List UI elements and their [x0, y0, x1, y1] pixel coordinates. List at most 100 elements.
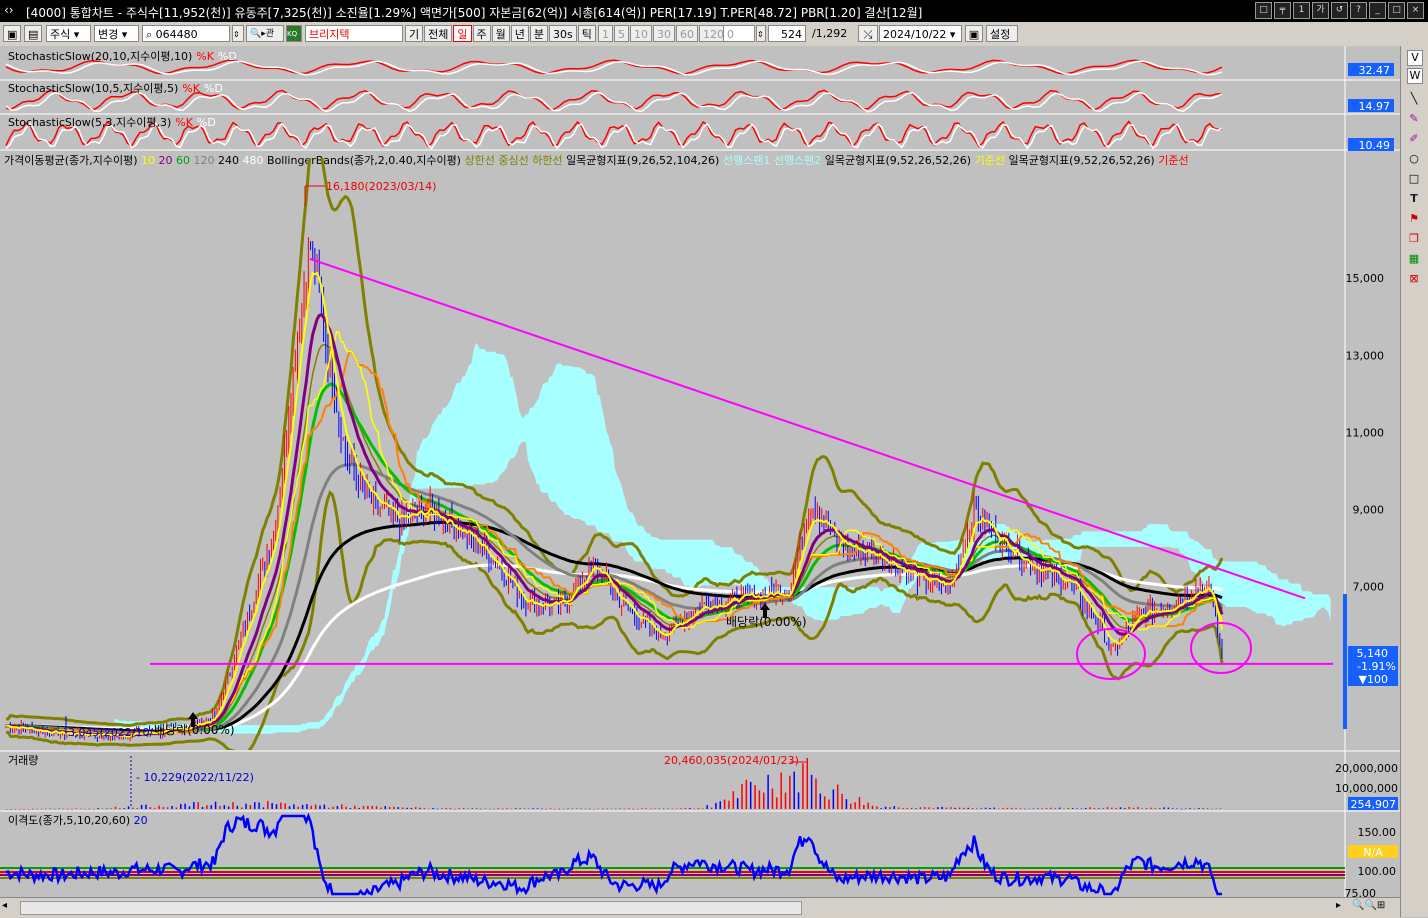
rect-tool-icon[interactable]: □ [1407, 172, 1421, 186]
interval-button-1[interactable]: 5 [614, 25, 629, 42]
period-tab-3[interactable]: 주 [472, 25, 491, 42]
interval-button-0[interactable]: 1 [598, 25, 613, 42]
volume-bar [1202, 808, 1204, 809]
zoom-tools-icon[interactable]: 🔍🔍⊞ [1352, 900, 1398, 914]
volume-bar [110, 808, 112, 809]
volume-bar [897, 807, 900, 809]
volume-bar [393, 806, 395, 809]
copy-tool-icon[interactable]: ❐ [1407, 232, 1421, 246]
ga-icon[interactable]: 가 [1312, 2, 1329, 19]
volume-bar [240, 807, 243, 809]
code-spin[interactable]: ⇕ [232, 25, 244, 42]
period-tab-7[interactable]: 30s [549, 25, 577, 42]
picture-tool-icon[interactable]: ▦ [1407, 252, 1421, 266]
interval-input[interactable]: 0 [723, 25, 755, 42]
volume-bar [1150, 807, 1152, 809]
volume-bar [876, 806, 878, 809]
volume-bar [584, 808, 587, 810]
volume-bar [745, 779, 748, 809]
period-tab-1[interactable]: 전체 [424, 25, 453, 42]
interval-button-3[interactable]: 30 [653, 25, 675, 42]
period-tab-4[interactable]: 월 [491, 25, 510, 42]
volume-bar [1124, 808, 1126, 809]
volume-bar [323, 804, 326, 809]
chart-type-icon[interactable]: ⤯ [858, 25, 878, 42]
scroll-right-icon[interactable]: ▸ [1336, 900, 1350, 914]
volume-bar [149, 807, 152, 809]
volume-bar [1032, 808, 1035, 809]
one-icon[interactable]: 1 [1293, 2, 1310, 19]
layout-icon[interactable]: ▣ [3, 25, 21, 42]
period-tab-5[interactable]: 년 [510, 25, 529, 42]
marker-tool-icon[interactable]: ⚑ [1407, 212, 1421, 226]
disparity-tick: 100.00 [1358, 865, 1397, 878]
period-tab-6[interactable]: 분 [529, 25, 548, 42]
volume-bar [884, 806, 887, 809]
interval-spin[interactable]: ⇕ [756, 25, 766, 42]
minimize-icon[interactable]: _ [1369, 2, 1386, 19]
code-value: 064480 [155, 28, 198, 41]
count-input[interactable]: 524 [768, 25, 806, 42]
period-tab-0[interactable]: 기 [405, 25, 424, 42]
text-tool-icon[interactable]: T [1407, 192, 1421, 206]
change-select[interactable]: 변경 ▾ [94, 25, 139, 42]
settings-button[interactable]: 설정 [986, 25, 1018, 42]
interval-button-4[interactable]: 60 [676, 25, 698, 42]
interval-button-2[interactable]: 10 [630, 25, 652, 42]
volume-bar [810, 774, 813, 809]
volume-bar [1098, 807, 1100, 809]
w-toggle-icon[interactable]: W [1407, 68, 1423, 84]
maximize-icon[interactable]: □ [1388, 2, 1405, 19]
nav-buttons[interactable]: 🔍▸관 [246, 25, 284, 42]
help-icon[interactable]: ? [1350, 2, 1367, 19]
volume-bar [1154, 808, 1157, 809]
stock-name-field[interactable]: 브리지텍 [305, 25, 403, 42]
volume-bar [858, 797, 861, 809]
pin-icon[interactable]: ╤ [1274, 2, 1291, 19]
screen-icon[interactable]: ▤ [24, 25, 42, 42]
volume-bar [467, 808, 469, 809]
delete-tool-icon[interactable]: ⊠ [1407, 272, 1421, 286]
close-icon[interactable]: × [1407, 2, 1424, 19]
save-icon[interactable]: ▣ [965, 25, 983, 42]
pen-tool-icon[interactable]: ✎ [1407, 112, 1421, 126]
scroll-thumb[interactable] [20, 901, 802, 915]
volume-bar [1128, 806, 1130, 809]
volume-bar [519, 808, 521, 809]
volume-bar [632, 808, 634, 810]
volume-bar [188, 806, 191, 809]
volume-bar [423, 808, 426, 809]
period-tab-2[interactable]: 일 [453, 25, 472, 42]
circle-tool-icon[interactable]: ○ [1407, 152, 1421, 166]
line-tool-icon[interactable]: ╲ [1407, 92, 1421, 106]
volume-bar [414, 807, 417, 809]
volume-bar [127, 806, 130, 809]
date-picker[interactable]: 2024/10/22 ▾ [879, 25, 962, 42]
volume-bar [197, 802, 199, 809]
chart-area[interactable]: StochasticSlow(20,10,지수이평,10) %K %D 32.47 … [0, 46, 1400, 917]
volume-bar [1106, 807, 1109, 809]
volume-bar [1211, 808, 1213, 810]
volume-bar [441, 808, 443, 809]
volume-bar [354, 805, 356, 809]
volume-bar [689, 807, 691, 809]
restore-icon[interactable]: □ [1255, 2, 1272, 19]
link-icon[interactable]: ↺ [1331, 2, 1348, 19]
code-input[interactable]: ⌕ 064480 [142, 25, 230, 42]
chart-svg[interactable]: StochasticSlow(20,10,지수이평,10) %K %D 32.47 … [0, 46, 1400, 900]
volume-bar [662, 808, 665, 810]
v-toggle-icon[interactable]: V [1407, 50, 1423, 66]
volume-bar [236, 805, 239, 809]
volume-bar [288, 806, 291, 809]
period-tab-8[interactable]: 틱 [577, 25, 596, 42]
volume-bar [945, 807, 948, 809]
market-select[interactable]: 주식 ▾ [46, 25, 91, 42]
horizontal-scrollbar[interactable]: ◂ ▸ 🔍🔍⊞ [0, 897, 1400, 918]
volume-bar [1145, 808, 1148, 809]
volume-bar [541, 808, 543, 810]
brush-tool-icon[interactable]: ✐ [1407, 132, 1421, 146]
volume-bar [706, 805, 708, 809]
volume-bar [32, 808, 34, 810]
scroll-left-icon[interactable]: ◂ [2, 900, 16, 914]
volume-bar [258, 802, 260, 809]
